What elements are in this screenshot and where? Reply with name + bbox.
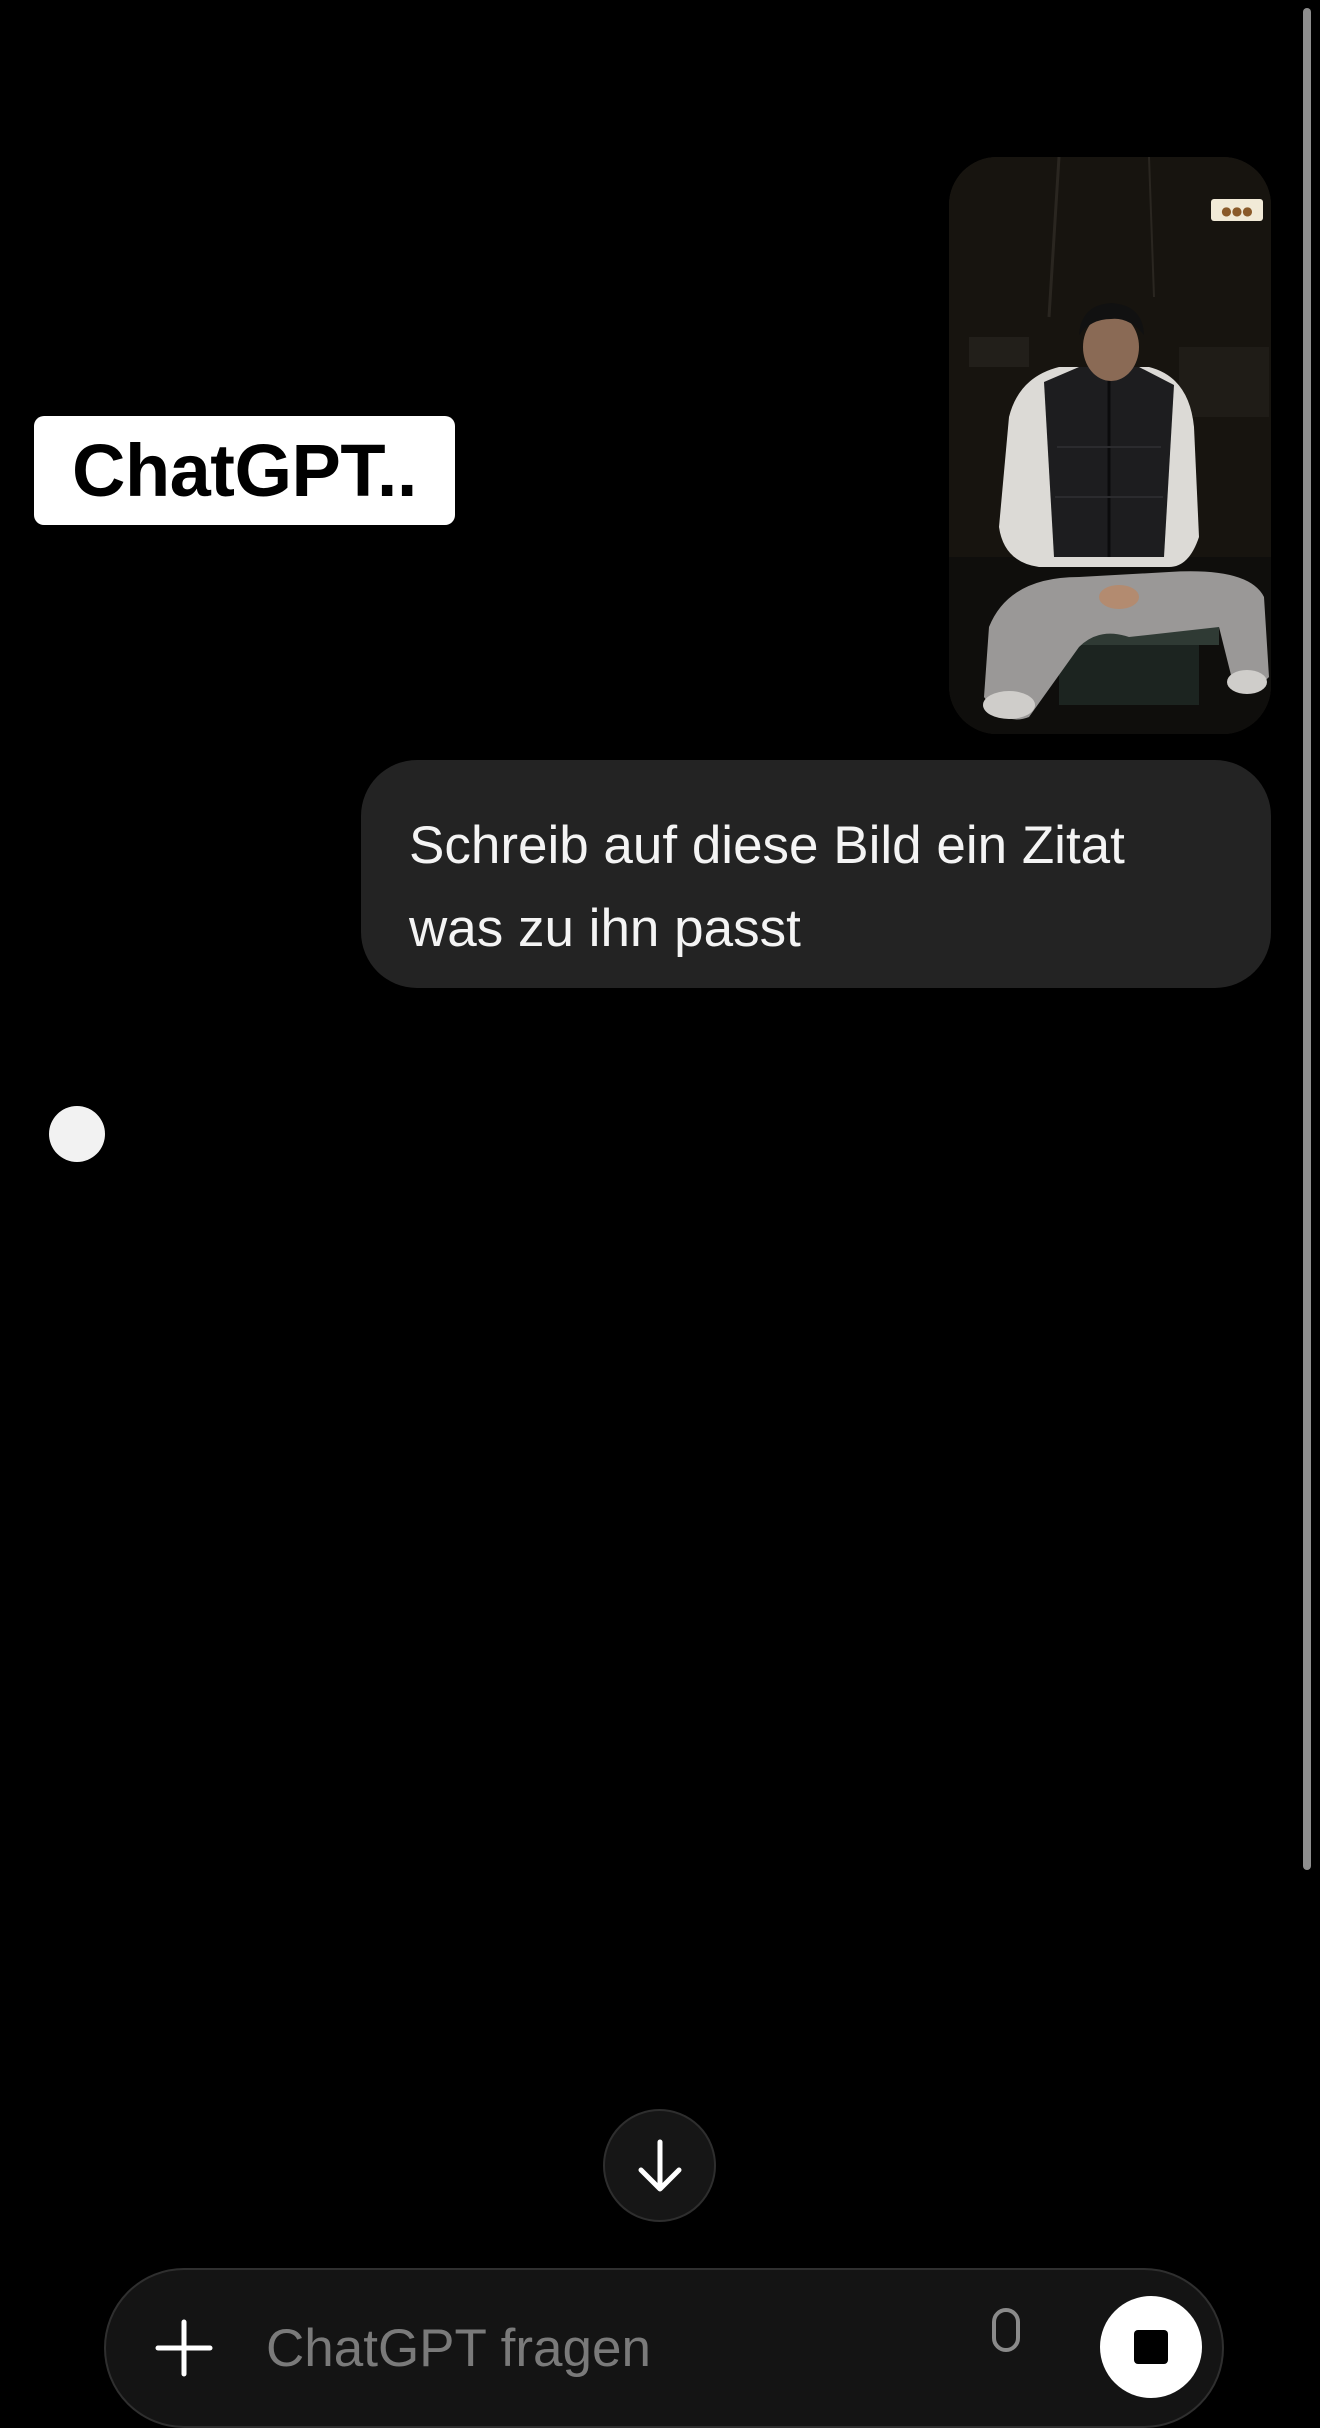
svg-text:●●●: ●●● [1221, 204, 1252, 218]
scroll-to-bottom-button[interactable] [603, 2109, 716, 2222]
photo-illustration: ●●● [949, 157, 1271, 734]
scrollbar[interactable] [1303, 8, 1311, 1870]
plus-icon[interactable] [154, 2318, 214, 2378]
stop-generating-button[interactable] [1100, 2296, 1202, 2398]
message-composer [104, 2268, 1224, 2428]
user-image-attachment[interactable]: ●●● [949, 157, 1271, 734]
assistant-typing-indicator [49, 1106, 105, 1162]
stop-icon [1134, 2330, 1168, 2364]
microphone-icon[interactable] [986, 2306, 1026, 2376]
arrow-down-icon [638, 2139, 681, 2191]
user-message-bubble: Schreib auf diese Bild ein Zitat was zu … [361, 760, 1271, 988]
user-message-text: Schreib auf diese Bild ein Zitat was zu … [409, 816, 1125, 958]
message-input[interactable] [266, 2308, 826, 2388]
chatgpt-label: ChatGPT.. [34, 416, 455, 525]
